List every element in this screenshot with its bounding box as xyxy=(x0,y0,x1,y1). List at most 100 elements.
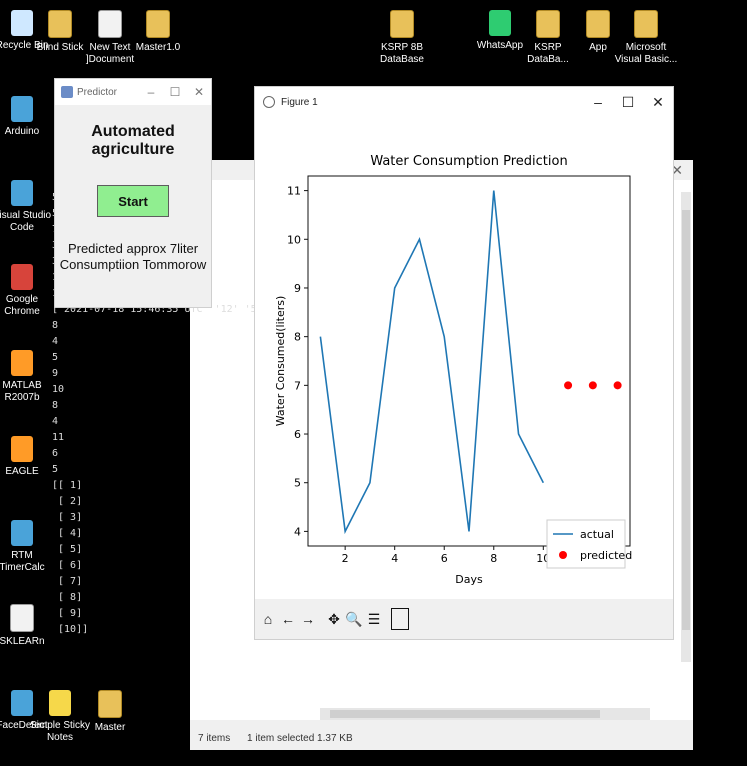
maximize-icon[interactable]: ☐ xyxy=(613,94,643,111)
minimize-icon[interactable]: – xyxy=(139,85,163,99)
y-tick-label: 11 xyxy=(287,185,301,198)
close-icon[interactable]: ✕ xyxy=(643,94,673,111)
chrome-icon xyxy=(11,264,33,290)
water-consumption-chart: Water Consumption Prediction 24681012 45… xyxy=(274,154,632,586)
timer-icon xyxy=(11,520,33,546)
desktop-icon-label: MATLAB R2007b xyxy=(2,380,42,403)
series-line-actual xyxy=(319,190,545,535)
console-line: 5 xyxy=(52,464,59,475)
console-line: 4 xyxy=(52,416,59,427)
y-tick-label: 10 xyxy=(287,233,301,246)
maximize-icon[interactable]: ☐ xyxy=(163,85,187,99)
desktop-icon[interactable]: Arduino xyxy=(0,90,54,138)
chart-legend: actual predicted xyxy=(546,519,632,569)
arduino-file-icon xyxy=(98,690,122,718)
desktop-icon[interactable]: Microsoft Visual Basic... xyxy=(614,4,678,66)
desktop-icon-label: SKLEARn xyxy=(0,636,45,647)
point-predicted xyxy=(613,381,622,390)
console-line: [ 9] xyxy=(52,608,83,619)
folder-icon xyxy=(586,10,610,38)
back-icon[interactable]: ← xyxy=(279,607,297,631)
console-line: 8 xyxy=(52,400,59,411)
explorer-vertical-scrollbar[interactable] xyxy=(681,192,691,662)
console-line: 8 xyxy=(52,320,59,331)
whatsapp-icon xyxy=(489,10,511,36)
zip-folder-icon xyxy=(390,10,414,38)
y-tick-label: 7 xyxy=(294,379,301,392)
configure-icon[interactable]: ☰ xyxy=(365,607,383,631)
console-line: [10]] xyxy=(52,624,89,635)
desktop-icon[interactable]: Master xyxy=(78,684,142,734)
folder-icon xyxy=(48,10,72,38)
console-line: [ 2] xyxy=(52,496,83,507)
prediction-result: Predicted approx 7liter Consumptiion Tom… xyxy=(55,241,211,273)
x-axis-label: Days xyxy=(455,573,483,586)
x-tick-label: 4 xyxy=(391,552,398,565)
desktop-icon[interactable]: EAGLE xyxy=(0,430,54,478)
figure-titlebar: Figure 1 – ☐ ✕ xyxy=(255,87,673,117)
desktop-icon-label: Master xyxy=(94,722,126,733)
vscode-icon xyxy=(11,180,33,206)
sticky-notes-icon xyxy=(49,690,71,716)
console-line: 9 xyxy=(52,368,59,379)
result-line-1: Predicted approx 7liter xyxy=(67,241,199,256)
notebook-icon xyxy=(10,604,34,632)
figure-title: Figure 1 xyxy=(281,96,318,108)
predictor-titlebar: Predictor – ☐ ✕ xyxy=(55,79,211,105)
app-heading: Automated agriculture xyxy=(91,123,175,158)
desktop-icon-label: Microsoft Visual Basic... xyxy=(614,42,678,65)
console-line: [ 3] xyxy=(52,512,83,523)
desktop-icon[interactable]: SKLEARn xyxy=(0,598,54,648)
y-axis-label: Water Consumed(liters) xyxy=(274,296,287,427)
desktop-icon[interactable]: KSRP 8B DataBase xyxy=(370,4,434,66)
console-line: [ 6] xyxy=(52,560,83,571)
matlab-icon xyxy=(11,350,33,376)
desktop-icon[interactable]: RTM TimerCalc xyxy=(0,514,54,574)
zoom-icon[interactable]: 🔍 xyxy=(345,607,363,631)
console-line: 6 xyxy=(52,448,59,459)
folder-icon xyxy=(634,10,658,38)
desktop-icon[interactable]: Master1.0 xyxy=(126,4,190,54)
desktop-icon[interactable]: Visual Studio Code xyxy=(0,174,54,234)
forward-icon[interactable]: → xyxy=(299,607,317,631)
desktop-icon-label: EAGLE xyxy=(5,466,39,477)
start-button[interactable]: Start xyxy=(97,185,169,217)
home-icon[interactable]: ⌂ xyxy=(259,607,277,631)
desktop-icon-label: Arduino xyxy=(4,126,40,137)
chart-series xyxy=(319,190,622,535)
arduino-file-icon xyxy=(146,10,170,38)
console-line: 11 xyxy=(52,432,65,443)
console-line: [[ 1] xyxy=(52,480,83,491)
desktop-icon[interactable]: Google Chrome xyxy=(0,258,54,318)
y-tick-label: 4 xyxy=(294,525,301,538)
figure-toolbar: ⌂ ← → ✥ 🔍 ☰ xyxy=(255,599,673,639)
close-icon[interactable]: ✕ xyxy=(187,85,211,99)
minimize-icon[interactable]: – xyxy=(583,94,613,110)
desktop-icon-label: RTM TimerCalc xyxy=(0,550,45,573)
eagle-icon xyxy=(11,436,33,462)
console-line: 5 xyxy=(52,352,59,363)
desktop-icon[interactable]: MATLAB R2007b xyxy=(0,344,54,404)
y-tick-label: 8 xyxy=(294,331,301,344)
result-line-2: Consumptiion Tommorow xyxy=(59,257,207,272)
feather-icon xyxy=(61,86,73,98)
legend-label-predicted: predicted xyxy=(580,549,632,562)
legend-swatch-predicted xyxy=(559,551,567,559)
desktop-icon-label: Google Chrome xyxy=(4,294,40,317)
save-icon[interactable] xyxy=(391,607,409,631)
zip-folder-icon xyxy=(536,10,560,38)
explorer-horizontal-scrollbar[interactable] xyxy=(320,708,650,720)
status-selection: 1 item selected 1.37 KB xyxy=(247,733,353,744)
legend-label-actual: actual xyxy=(580,528,614,541)
desktop-icon-label: Master1.0 xyxy=(135,42,181,53)
console-line: [ 5] xyxy=(52,544,83,555)
console-line: 4 xyxy=(52,336,59,347)
console-line: [ 7] xyxy=(52,576,83,587)
predictor-title: Predictor xyxy=(77,86,118,98)
pan-icon[interactable]: ✥ xyxy=(325,607,343,631)
figure-window: Figure 1 – ☐ ✕ Water Consumption Predict… xyxy=(254,86,674,640)
text-document-icon xyxy=(98,10,122,38)
x-tick-label: 8 xyxy=(490,552,497,565)
scroll-thumb[interactable] xyxy=(682,210,690,630)
scroll-thumb-h[interactable] xyxy=(330,710,600,718)
